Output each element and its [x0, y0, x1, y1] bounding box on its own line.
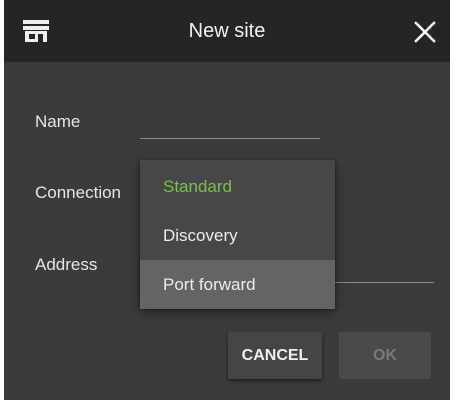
name-label: Name	[35, 112, 81, 131]
dialog-titlebar: New site	[4, 0, 450, 62]
close-icon[interactable]	[412, 19, 438, 45]
connection-option-discovery[interactable]: Discovery	[140, 211, 335, 260]
ok-button[interactable]: OK	[339, 332, 431, 379]
connection-dropdown-menu: Standard Discovery Port forward	[140, 160, 335, 309]
cancel-button[interactable]: CANCEL	[228, 332, 322, 379]
dialog-title: New site	[188, 20, 266, 42]
connection-option-standard[interactable]: Standard	[140, 162, 335, 211]
connection-label: Connection	[35, 183, 122, 202]
name-field[interactable]	[140, 110, 320, 139]
connection-option-port-forward[interactable]: Port forward	[140, 260, 335, 309]
new-site-dialog: New site Name Connection Address Standar…	[4, 0, 450, 400]
address-label: Address	[35, 255, 98, 274]
